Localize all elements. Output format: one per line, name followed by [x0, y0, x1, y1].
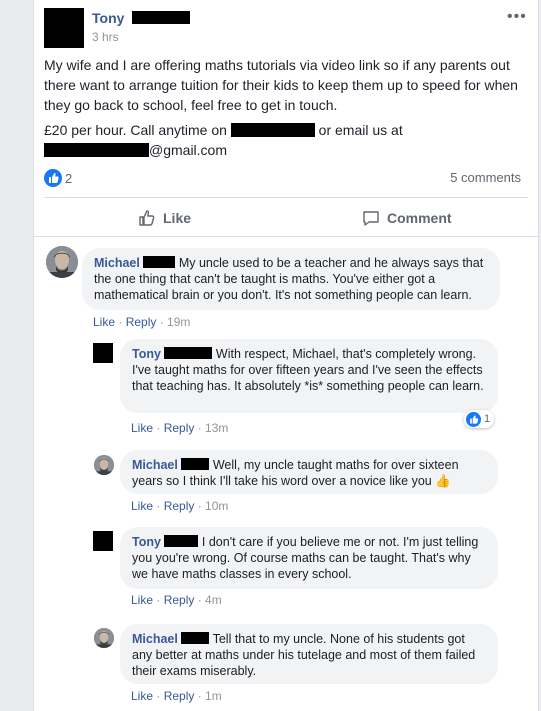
post-body: My wife and I are offering maths tutoria… [44, 55, 529, 160]
reply-reaction-count: 1 [484, 413, 491, 425]
reply-avatar-redacted[interactable] [93, 531, 113, 551]
like-reaction-icon [44, 169, 62, 187]
like-label: Like [163, 210, 192, 226]
author-avatar-redacted[interactable] [44, 8, 84, 48]
comment-time[interactable]: 19m [167, 315, 190, 329]
author-name[interactable]: Tony [92, 10, 124, 26]
reply-like-link[interactable]: Like [131, 421, 153, 435]
reply-time[interactable]: 13m [205, 421, 228, 435]
reply-reply-link[interactable]: Reply [164, 499, 195, 513]
comment-like-link[interactable]: Like [93, 315, 115, 329]
reply-like-link[interactable]: Like [131, 689, 153, 703]
commenter-name[interactable]: Michael [94, 256, 140, 270]
reply-like-link[interactable]: Like [131, 593, 153, 607]
like-reaction-icon [466, 411, 481, 427]
phone-redacted [230, 123, 315, 137]
reactions-summary[interactable]: 2 [44, 168, 72, 188]
reply-reaction-badge[interactable]: 1 [464, 410, 495, 428]
like-button[interactable]: Like [137, 208, 191, 228]
commenter-avatar[interactable] [46, 246, 78, 278]
email-prefix-text: or email us at [318, 122, 403, 138]
email-suffix: @gmail.com [149, 142, 228, 158]
reply-actions: Like · Reply · 1m [131, 689, 222, 703]
author-surname-redacted [132, 11, 191, 24]
reply-avatar-redacted[interactable] [93, 343, 113, 363]
reaction-count: 2 [65, 170, 73, 186]
author-name-row: Tony [92, 10, 191, 26]
reply-actions: Like · Reply · 13m [131, 421, 229, 435]
reply-surname-redacted [181, 632, 210, 644]
reply-time[interactable]: 4m [205, 593, 222, 607]
reply-bubble: Michael Well, my uncle taught maths for … [120, 450, 498, 494]
reply-author-name[interactable]: Tony [132, 535, 161, 549]
post-paragraph-2: £20 per hour. Call anytime on or email u… [44, 120, 529, 160]
reply-surname-redacted [164, 347, 213, 359]
reply-bubble: Tony With respect, Michael, that's compl… [120, 339, 498, 413]
comment-icon [363, 211, 379, 226]
reply-actions: Like · Reply · 10m [131, 499, 229, 513]
reply-reply-link[interactable]: Reply [164, 593, 195, 607]
commenter-surname-redacted [143, 256, 176, 268]
reply-avatar[interactable] [94, 628, 114, 648]
reply-actions: Like · Reply · 4m [131, 593, 222, 607]
reply-like-link[interactable]: Like [131, 499, 153, 513]
email-redacted [44, 143, 149, 157]
reply-time[interactable]: 10m [205, 499, 228, 513]
post-card: Tony 3 hrs ••• My wife and I are offerin… [33, 0, 539, 711]
reply-reply-link[interactable]: Reply [164, 689, 195, 703]
divider [34, 236, 538, 237]
comment-actions: Like · Reply · 19m [93, 315, 191, 329]
reply-time[interactable]: 1m [205, 689, 222, 703]
comment-bubble: Michael My uncle used to be a teacher an… [82, 248, 500, 310]
reply-surname-redacted [164, 535, 199, 547]
reply-author-name[interactable]: Michael [132, 632, 178, 646]
comment-reply-link[interactable]: Reply [126, 315, 157, 329]
post-paragraph-1: My wife and I are offering maths tutoria… [44, 57, 518, 113]
comment-label: Comment [387, 210, 452, 226]
reply-bubble: Michael Tell that to my uncle. None of h… [120, 624, 498, 684]
reply-author-name[interactable]: Tony [132, 347, 161, 361]
reply-author-name[interactable]: Michael [132, 458, 178, 472]
divider [44, 197, 528, 198]
reply-surname-redacted [181, 458, 210, 470]
price-text: £20 per hour. Call anytime on [44, 122, 227, 138]
more-options-icon[interactable]: ••• [507, 8, 527, 26]
post-time[interactable]: 3 hrs [92, 30, 119, 44]
comments-count[interactable]: 5 comments [450, 170, 521, 185]
thumbs-up-emoji-icon: 👍 [435, 474, 451, 488]
comment-button[interactable]: Comment [361, 208, 452, 228]
thumbs-up-icon [139, 210, 155, 226]
reply-avatar[interactable] [94, 455, 114, 475]
reply-bubble: Tony I don't care if you believe me or n… [120, 527, 498, 589]
reply-reply-link[interactable]: Reply [164, 421, 195, 435]
